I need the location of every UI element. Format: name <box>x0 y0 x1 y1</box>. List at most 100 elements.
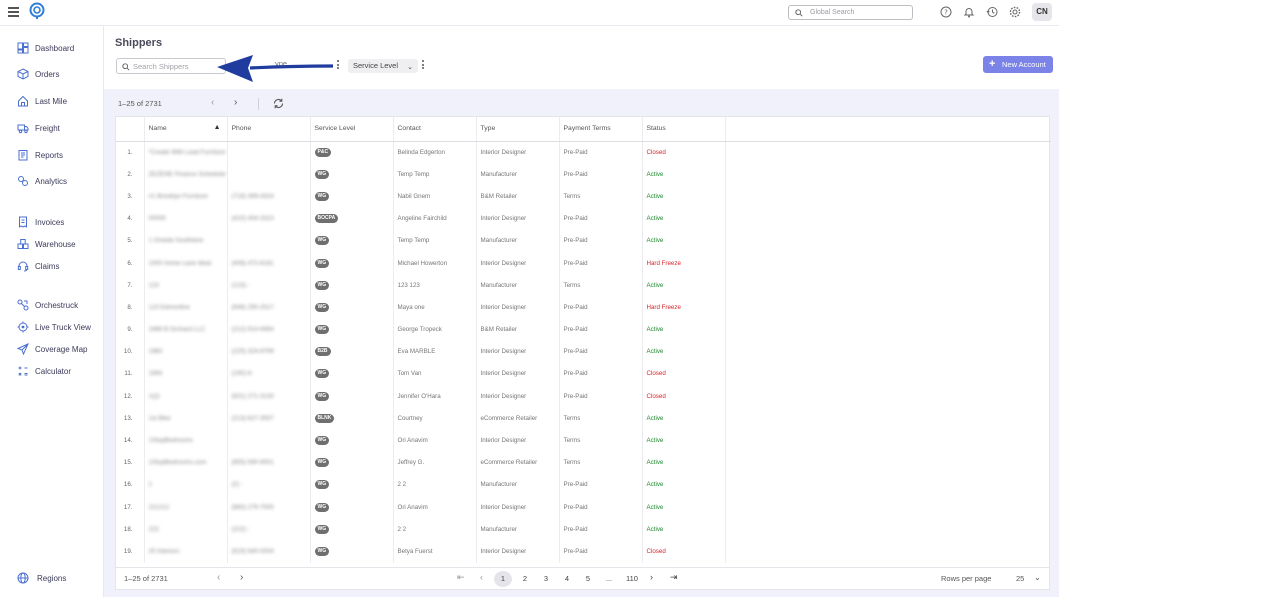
shipper-name[interactable]: 222 <box>144 518 228 541</box>
service-level-more-icon[interactable] <box>421 60 425 72</box>
chevron-down-icon[interactable]: ⌄ <box>1034 573 1041 582</box>
service-level-filter[interactable]: Service Level ⌄ <box>348 59 418 73</box>
prev-page-icon[interactable]: ‹ <box>480 572 483 582</box>
status-badge: Hard Freeze <box>642 296 726 319</box>
help-icon[interactable]: ? <box>940 6 952 18</box>
shipper-name[interactable]: 00000 <box>144 207 228 230</box>
table-row[interactable]: 5. 1 Oneida Southlane WG Temp Temp Manufactu… <box>116 229 1051 252</box>
sidebar-item-claims[interactable]: Claims <box>17 259 59 273</box>
sidebar-item-analytics[interactable]: Analytics <box>17 174 67 188</box>
table-row[interactable]: 19. 25 Interiors (919) 640-0004 WG Betya Fue… <box>116 540 1051 563</box>
sort-ascending-icon[interactable]: ▲ <box>214 124 221 131</box>
sidebar-item-regions[interactable]: Regions <box>17 571 66 585</box>
shipper-name[interactable]: 1Q1 <box>144 385 228 408</box>
table-row[interactable]: 4. 00000 (410) 404-3310 BOCPA Angeline Fairc… <box>116 207 1051 230</box>
logo-icon[interactable] <box>29 2 45 20</box>
sidebar-item-calculator[interactable]: Calculator <box>17 364 71 378</box>
shipper-name[interactable]: 25 Interiors <box>144 540 228 563</box>
sidebar-item-orchestruck[interactable]: Orchestruck <box>17 298 78 312</box>
contact-cell: Tom Van <box>393 362 477 386</box>
table-row[interactable]: 18. 222 (222) - WG 2 2 Manufacturer Pre-Paid Ac… <box>116 518 1051 541</box>
avatar[interactable]: CN <box>1032 3 1052 21</box>
table-row[interactable]: 12. 1Q1 (631) 271-3130 WG Jennifer O'Hara Int… <box>116 385 1051 408</box>
footer-next-icon[interactable]: › <box>240 572 243 583</box>
service-level-cell: WG <box>310 540 394 563</box>
table-row[interactable]: 15. 1StopBedrooms.com (855) 590-9001 WG Jeff… <box>116 451 1051 474</box>
gear-icon[interactable] <box>1009 6 1021 18</box>
page-button-1[interactable]: 1 <box>494 571 512 587</box>
status-badge: Active <box>642 451 726 474</box>
column-header-contact[interactable]: Contact <box>393 117 477 142</box>
table-row[interactable]: 8. 123 Edmonline (646) 250-2517 WG Maya one I… <box>116 296 1051 319</box>
page-button-110[interactable]: 110 <box>622 571 642 587</box>
next-page-icon[interactable]: › <box>650 572 653 582</box>
shipper-name[interactable]: 1000 Home Lane Ideal <box>144 251 228 275</box>
table-row[interactable]: 14. 1StopBedrooms WG Ori Anavim Interior Des… <box>116 429 1051 452</box>
type-filter-more-icon[interactable] <box>336 60 340 72</box>
bell-icon[interactable] <box>963 6 975 18</box>
rows-per-page-select[interactable]: 25 <box>1016 574 1024 583</box>
sidebar-item-coverage-map[interactable]: Coverage Map <box>17 342 87 356</box>
column-header-service-level[interactable]: Service Level <box>310 117 394 142</box>
shipper-phone <box>227 229 311 252</box>
column-header-phone[interactable]: Phone <box>227 117 311 142</box>
global-search-input[interactable]: Global Search <box>788 5 913 20</box>
sidebar-item-live-truck-view[interactable]: Live Truck View <box>17 320 91 334</box>
type-cell: Manufacturer <box>476 518 560 541</box>
column-header-payment-terms[interactable]: Payment Terms <box>559 117 643 142</box>
prev-page-icon[interactable]: ‹ <box>211 97 214 108</box>
shipper-name[interactable]: #1 Brooklyn Furniture <box>144 185 228 208</box>
refresh-icon[interactable] <box>272 97 285 110</box>
payment-terms-cell: Pre-Paid <box>559 141 643 164</box>
hamburger-menu-icon[interactable] <box>8 7 19 17</box>
status-badge: Active <box>642 207 726 230</box>
column-header-name[interactable]: Name ▲ <box>144 117 228 142</box>
search-shippers-input[interactable]: Search Shippers <box>116 58 226 74</box>
page-button-2[interactable]: 2 <box>516 571 534 587</box>
shipper-name[interactable]: *Create With Lead Furniture <box>144 141 228 164</box>
shipper-name[interactable]: 221212 <box>144 496 228 519</box>
sidebar-item-orders[interactable]: Orders <box>17 67 59 81</box>
next-page-icon[interactable]: › <box>234 97 237 108</box>
column-header-status[interactable]: Status <box>642 117 726 142</box>
table-row[interactable]: 1. *Create With Lead Furniture P&C Belinda … <box>116 141 1051 164</box>
shipper-name[interactable]: 2 <box>144 473 228 496</box>
footer-prev-icon[interactable]: ‹ <box>217 572 220 583</box>
table-row[interactable]: 10. 1960 (225) 324-8799 B2B Eva MARBLE Interi… <box>116 340 1051 363</box>
record-count: 1–25 of 2731 <box>118 99 162 108</box>
shipper-name[interactable]: 123 <box>144 274 228 297</box>
shipper-name[interactable]: 1994 <box>144 362 228 386</box>
shipper-name[interactable]: 1st Bike <box>144 407 228 430</box>
shipper-name[interactable]: ZEZENE Finance Scheduler <box>144 163 228 186</box>
first-page-icon[interactable]: ⇤ <box>457 572 465 583</box>
sidebar-item-last-mile[interactable]: Last Mile <box>17 94 67 108</box>
table-row[interactable]: 2. ZEZENE Finance Scheduler WG Temp Temp Man… <box>116 163 1051 186</box>
last-page-icon[interactable]: ⇥ <box>670 572 678 583</box>
sidebar-item-freight[interactable]: Freight <box>17 121 60 135</box>
table-row[interactable]: 3. #1 Brooklyn Furniture (718) 499-4324 WG N… <box>116 185 1051 208</box>
table-row[interactable]: 13. 1st Bike (213) 627-3937 BLNK Courtney eCo… <box>116 407 1051 430</box>
shipper-name[interactable]: 1StopBedrooms.com <box>144 451 228 474</box>
page-button-4[interactable]: 4 <box>558 571 576 587</box>
new-account-button[interactable]: + New Account <box>983 56 1053 73</box>
payment-terms-cell: Pre-Paid <box>559 473 643 496</box>
column-header-type[interactable]: Type <box>476 117 560 142</box>
sidebar-item-reports[interactable]: Reports <box>17 148 63 162</box>
table-row[interactable]: 11. 1994 (190) 6- WG Tom Van Interior Designe… <box>116 362 1051 386</box>
sidebar-item-invoices[interactable]: Invoices <box>17 215 64 229</box>
history-icon[interactable] <box>986 6 998 18</box>
page-button-5[interactable]: 5 <box>579 571 597 587</box>
sidebar-item-dashboard[interactable]: Dashboard <box>17 41 74 55</box>
table-row[interactable]: 7. 123 (123) - WG 123 123 Manufacturer Terms Ac… <box>116 274 1051 297</box>
sidebar-item-warehouse[interactable]: Warehouse <box>17 237 76 251</box>
shipper-name[interactable]: 1666 B Orchard LLC <box>144 318 228 341</box>
shipper-name[interactable]: 1 Oneida Southlane <box>144 229 228 252</box>
table-row[interactable]: 6. 1000 Home Lane Ideal (408) 472-8181 WG Mi… <box>116 251 1051 275</box>
table-row[interactable]: 16. 2 (2) - WG 2 2 Manufacturer Pre-Paid Active <box>116 473 1051 496</box>
page-button-3[interactable]: 3 <box>537 571 555 587</box>
table-row[interactable]: 9. 1666 B Orchard LLC (212) 914-9494 WG Geor… <box>116 318 1051 341</box>
shipper-name[interactable]: 1StopBedrooms <box>144 429 228 452</box>
shipper-name[interactable]: 123 Edmonline <box>144 296 228 319</box>
shipper-name[interactable]: 1960 <box>144 340 228 363</box>
table-row[interactable]: 17. 221212 (860) 279-7000 WG Ori Anavim Inter… <box>116 496 1051 519</box>
